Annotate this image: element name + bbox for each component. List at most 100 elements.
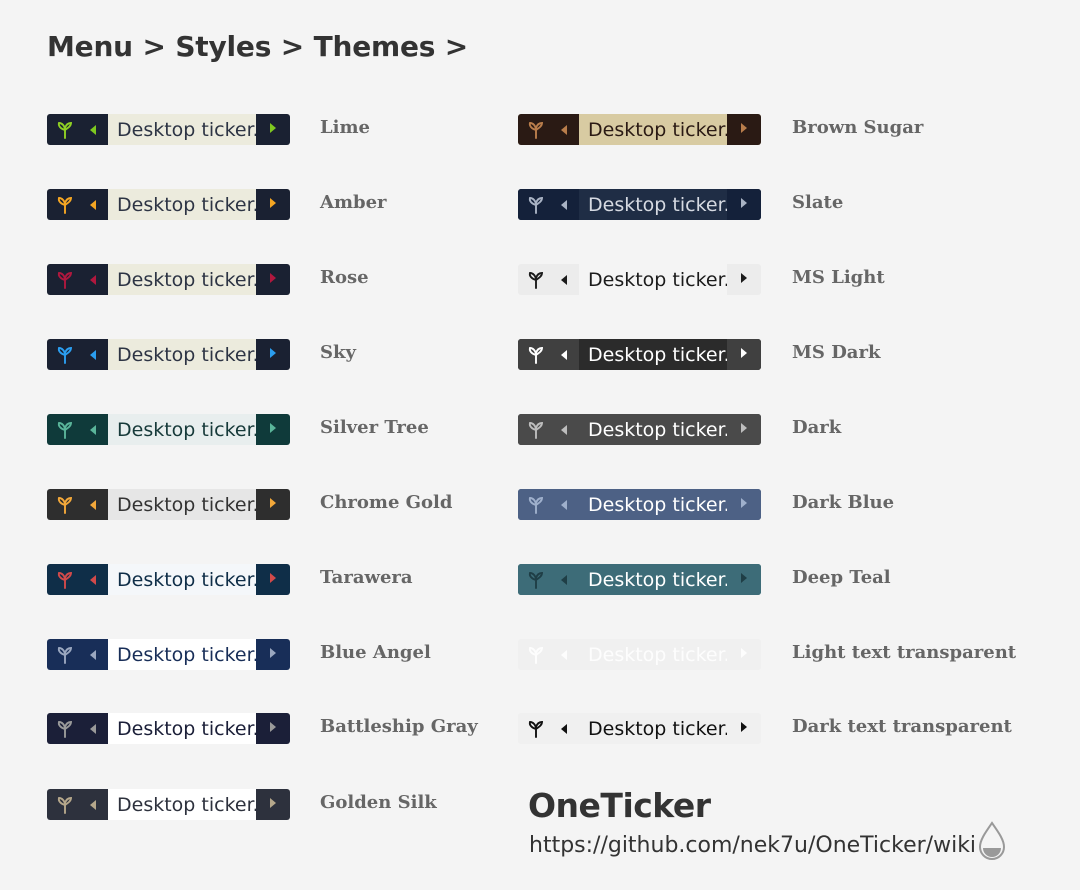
sprout-icon: [55, 120, 75, 140]
ticker-preview[interactable]: Desktop ticker.: [47, 264, 290, 295]
triangle-left-icon[interactable]: [558, 647, 570, 663]
triangle-right-icon[interactable]: [738, 495, 750, 515]
ticker-preview[interactable]: Desktop ticker.: [47, 189, 290, 220]
ticker-text: Desktop ticker.: [117, 418, 256, 441]
triangle-right-icon[interactable]: [267, 795, 279, 815]
triangle-right-icon[interactable]: [267, 719, 279, 739]
triangle-right-icon[interactable]: [738, 270, 750, 290]
theme-name[interactable]: Deep Teal: [792, 567, 891, 588]
breadcrumb-styles[interactable]: Styles: [175, 30, 271, 63]
breadcrumb-menu[interactable]: Menu: [47, 30, 133, 63]
triangle-right-icon[interactable]: [738, 719, 750, 739]
breadcrumb-separator: >: [142, 30, 166, 63]
ticker-preview[interactable]: Desktop ticker.: [518, 639, 761, 670]
water-drop-icon: [977, 820, 1007, 864]
theme-name[interactable]: Slate: [792, 192, 843, 213]
sprout-icon: [55, 645, 75, 665]
triangle-right-icon[interactable]: [267, 120, 279, 140]
ticker-preview[interactable]: Desktop ticker.: [47, 713, 290, 744]
ticker-preview[interactable]: Desktop ticker.: [47, 489, 290, 520]
triangle-left-icon[interactable]: [87, 272, 99, 288]
ticker-preview[interactable]: Desktop ticker.: [518, 264, 761, 295]
theme-name[interactable]: MS Light: [792, 267, 885, 288]
triangle-right-icon[interactable]: [267, 195, 279, 215]
breadcrumb-themes[interactable]: Themes: [314, 30, 436, 63]
triangle-left-icon[interactable]: [558, 572, 570, 588]
theme-name[interactable]: Blue Angel: [320, 642, 431, 663]
triangle-right-icon[interactable]: [267, 270, 279, 290]
ticker-preview[interactable]: Desktop ticker.: [47, 114, 290, 145]
triangle-left-icon[interactable]: [87, 122, 99, 138]
triangle-right-icon[interactable]: [738, 645, 750, 665]
triangle-right-icon[interactable]: [738, 345, 750, 365]
ticker-text: Desktop ticker.: [117, 568, 256, 591]
ticker-preview[interactable]: Desktop ticker.: [518, 339, 761, 370]
theme-name[interactable]: Dark: [792, 417, 841, 438]
theme-name[interactable]: MS Dark: [792, 342, 880, 363]
ticker-text: Desktop ticker.: [588, 193, 727, 216]
ticker-preview[interactable]: Desktop ticker.: [47, 639, 290, 670]
theme-name[interactable]: Dark text transparent: [792, 716, 1012, 737]
triangle-right-icon[interactable]: [738, 195, 750, 215]
ticker-text: Desktop ticker.: [588, 343, 727, 366]
ticker-preview[interactable]: Desktop ticker.: [47, 789, 290, 820]
triangle-left-icon[interactable]: [558, 122, 570, 138]
ticker-text: Desktop ticker.: [588, 643, 727, 666]
ticker-preview[interactable]: Desktop ticker.: [47, 564, 290, 595]
triangle-left-icon[interactable]: [87, 721, 99, 737]
theme-name[interactable]: Golden Silk: [320, 792, 437, 813]
triangle-right-icon[interactable]: [267, 345, 279, 365]
theme-name[interactable]: Tarawera: [320, 567, 413, 588]
theme-name[interactable]: Rose: [320, 267, 369, 288]
triangle-left-icon[interactable]: [558, 721, 570, 737]
triangle-right-icon[interactable]: [267, 495, 279, 515]
sprout-icon: [55, 795, 75, 815]
triangle-right-icon[interactable]: [267, 420, 279, 440]
theme-name[interactable]: Dark Blue: [792, 492, 894, 513]
ticker-text: Desktop ticker.: [117, 717, 256, 740]
ticker-text: Desktop ticker.: [117, 118, 256, 141]
triangle-left-icon[interactable]: [87, 422, 99, 438]
ticker-text: Desktop ticker.: [117, 193, 256, 216]
triangle-right-icon[interactable]: [738, 120, 750, 140]
triangle-left-icon[interactable]: [87, 497, 99, 513]
triangle-left-icon[interactable]: [558, 422, 570, 438]
sprout-icon: [55, 495, 75, 515]
triangle-left-icon[interactable]: [558, 497, 570, 513]
theme-name[interactable]: Brown Sugar: [792, 117, 923, 138]
triangle-right-icon[interactable]: [738, 570, 750, 590]
ticker-preview[interactable]: Desktop ticker.: [518, 114, 761, 145]
triangle-left-icon[interactable]: [87, 797, 99, 813]
ticker-preview[interactable]: Desktop ticker.: [518, 564, 761, 595]
ticker-preview[interactable]: Desktop ticker.: [518, 489, 761, 520]
triangle-left-icon[interactable]: [87, 347, 99, 363]
triangle-left-icon[interactable]: [558, 347, 570, 363]
ticker-preview[interactable]: Desktop ticker.: [518, 713, 761, 744]
ticker-text: Desktop ticker.: [588, 717, 727, 740]
theme-name[interactable]: Chrome Gold: [320, 492, 452, 513]
theme-name[interactable]: Amber: [320, 192, 387, 213]
theme-name[interactable]: Silver Tree: [320, 417, 429, 438]
triangle-right-icon[interactable]: [738, 420, 750, 440]
ticker-preview[interactable]: Desktop ticker.: [518, 414, 761, 445]
theme-name[interactable]: Battleship Gray: [320, 716, 478, 737]
ticker-preview[interactable]: Desktop ticker.: [47, 339, 290, 370]
sprout-icon: [526, 495, 546, 515]
ticker-text: Desktop ticker.: [117, 643, 256, 666]
sprout-icon: [55, 719, 75, 739]
triangle-right-icon[interactable]: [267, 570, 279, 590]
ticker-preview[interactable]: Desktop ticker.: [518, 189, 761, 220]
triangle-left-icon[interactable]: [87, 197, 99, 213]
theme-name[interactable]: Sky: [320, 342, 356, 363]
triangle-right-icon[interactable]: [267, 645, 279, 665]
theme-name[interactable]: Light text transparent: [792, 642, 1016, 663]
triangle-left-icon[interactable]: [87, 647, 99, 663]
triangle-left-icon[interactable]: [87, 572, 99, 588]
sprout-icon: [55, 420, 75, 440]
triangle-left-icon[interactable]: [558, 272, 570, 288]
triangle-left-icon[interactable]: [558, 197, 570, 213]
wiki-link[interactable]: https://github.com/nek7u/OneTicker/wiki: [529, 833, 976, 858]
theme-name[interactable]: Lime: [320, 117, 370, 138]
sprout-icon: [55, 570, 75, 590]
ticker-preview[interactable]: Desktop ticker.: [47, 414, 290, 445]
